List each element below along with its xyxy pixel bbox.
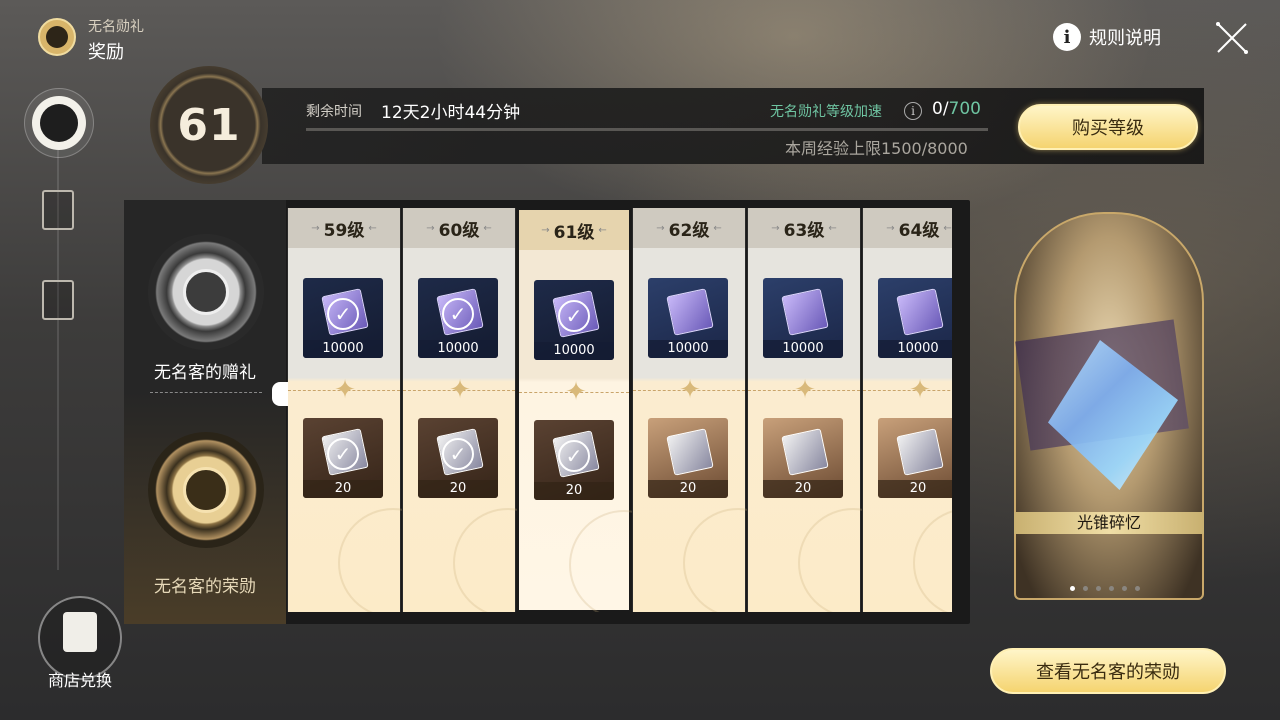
buy-level-button[interactable]: 购买等级 xyxy=(1018,104,1198,150)
material-book-icon xyxy=(666,428,714,476)
sparkle-icon: ✦ xyxy=(679,375,701,405)
reward-quantity: 10000 xyxy=(763,340,843,358)
free-reward-item[interactable]: 10000 xyxy=(648,278,728,358)
time-remaining-value: 12天2小时44分钟 xyxy=(381,103,521,123)
paid-reward-item[interactable]: ✓ 20 xyxy=(303,418,383,498)
view-honor-button[interactable]: 查看无名客的荣勋 xyxy=(990,648,1226,694)
reward-quantity: 10000 xyxy=(418,340,498,358)
page-dot[interactable] xyxy=(1122,586,1127,591)
page-dot[interactable] xyxy=(1083,586,1088,591)
level-header: → 59级 ← xyxy=(288,208,400,248)
level-column: → 61级 ← ✦ ✓ 10000 ✓ 20 xyxy=(517,208,679,612)
paid-track-label: 无名客的荣勋 xyxy=(154,577,256,597)
level-column: → 62级 ← ✦ 10000 20 xyxy=(632,208,793,612)
claimed-check-icon: ✓ xyxy=(558,440,590,472)
page-dot[interactable] xyxy=(1070,586,1075,591)
track-divider xyxy=(150,392,262,393)
reward-quantity: 10000 xyxy=(878,340,952,358)
free-reward-item[interactable]: ✓ 10000 xyxy=(534,280,614,360)
free-reward-item[interactable]: ✓ 10000 xyxy=(303,278,383,358)
paid-track-badge-icon xyxy=(148,432,264,548)
weekly-exp-cap: 本周经验上限1500/8000 xyxy=(785,139,968,158)
reward-quantity: 10000 xyxy=(303,340,383,358)
accel-label: 无名勋礼等级加速 xyxy=(770,104,882,120)
level-column: → 64级 ← ✦ 10000 20 xyxy=(862,208,952,612)
header-subtitle: 无名勋礼 xyxy=(88,19,144,35)
reward-quantity: 20 xyxy=(418,480,498,498)
level-reward-list[interactable]: → 59级 ← ✦ ✓ 10000 ✓ 20 → 60级 ← ✦ ✓ 10000 ✓ 20 → 61级 ← ✦ ✓ 100… xyxy=(287,208,952,612)
nav-rewards-tab[interactable] xyxy=(24,88,94,158)
level-header: → 63级 ← xyxy=(748,208,860,248)
level-column: → 59级 ← ✦ ✓ 10000 ✓ 20 xyxy=(287,208,448,612)
free-reward-item[interactable]: 10000 xyxy=(763,278,843,358)
page-dot[interactable] xyxy=(1109,586,1114,591)
claimed-check-icon: ✓ xyxy=(558,300,590,332)
claimed-check-icon: ✓ xyxy=(327,438,359,470)
free-reward-item[interactable]: ✓ 10000 xyxy=(418,278,498,358)
pass-badge-icon xyxy=(40,104,78,142)
credits-icon xyxy=(781,288,829,336)
paid-reward-item[interactable]: 20 xyxy=(763,418,843,498)
material-book-icon xyxy=(781,428,829,476)
paid-reward-item[interactable]: 20 xyxy=(878,418,952,498)
credits-icon xyxy=(666,288,714,336)
reward-quantity: 10000 xyxy=(648,340,728,358)
accel-value: 0/700 xyxy=(932,99,981,119)
rules-button[interactable]: i 规则说明 xyxy=(1053,23,1161,51)
clipboard-check-icon[interactable] xyxy=(42,190,74,230)
free-track-label: 无名客的赠礼 xyxy=(154,363,256,383)
sparkle-icon: ✦ xyxy=(334,375,356,405)
reward-quantity: 20 xyxy=(763,480,843,498)
exp-progress-bar xyxy=(306,128,988,131)
current-level: 61 xyxy=(177,99,241,151)
free-track-badge-icon xyxy=(148,234,264,350)
reward-quantity: 20 xyxy=(534,482,614,500)
sparkle-icon: ✦ xyxy=(794,375,816,405)
claimed-check-icon: ✓ xyxy=(442,298,474,330)
shop-exchange-label: 商店兑换 xyxy=(47,671,112,690)
rules-label: 规则说明 xyxy=(1089,28,1161,49)
level-header: → 60级 ← xyxy=(403,208,515,248)
paid-reward-item[interactable]: 20 xyxy=(648,418,728,498)
info-icon[interactable]: i xyxy=(904,102,922,120)
reward-quantity: 10000 xyxy=(534,342,614,360)
paid-reward-item[interactable]: ✓ 20 xyxy=(418,418,498,498)
reward-quantity: 20 xyxy=(303,480,383,498)
time-remaining-label: 剩余时间 xyxy=(306,104,362,120)
showcase-name: 光锥碎忆 xyxy=(1076,513,1141,532)
reward-quantity: 20 xyxy=(878,480,952,498)
close-icon[interactable] xyxy=(1212,18,1252,58)
pass-emblem-icon xyxy=(38,18,76,56)
paid-reward-item[interactable]: ✓ 20 xyxy=(534,420,614,500)
level-header: → 62级 ← xyxy=(633,208,745,248)
reward-quantity: 20 xyxy=(648,480,728,498)
shopping-bag-icon xyxy=(63,612,97,652)
material-book-icon xyxy=(896,428,944,476)
claimed-check-icon: ✓ xyxy=(442,438,474,470)
free-reward-item[interactable]: 10000 xyxy=(878,278,952,358)
level-header: → 64级 ← xyxy=(863,208,952,248)
page-title: 奖励 xyxy=(88,42,124,63)
page-dot[interactable] xyxy=(1135,586,1140,591)
sparkle-icon: ✦ xyxy=(449,375,471,405)
credits-icon xyxy=(896,288,944,336)
claimed-check-icon: ✓ xyxy=(327,298,359,330)
level-column: → 60级 ← ✦ ✓ 10000 ✓ 20 xyxy=(402,208,563,612)
watermark-emblem xyxy=(913,508,952,612)
level-header: → 61级 ← xyxy=(519,210,629,250)
page-indicator xyxy=(1070,586,1140,591)
sparkle-icon: ✦ xyxy=(909,375,931,405)
level-badge: 61 xyxy=(150,66,268,184)
scroll-handle[interactable] xyxy=(272,382,288,406)
sparkle-icon: ✦ xyxy=(565,377,587,407)
level-column: → 63级 ← ✦ 10000 20 xyxy=(747,208,908,612)
mission-search-icon[interactable] xyxy=(42,280,74,320)
info-icon: i xyxy=(1053,23,1081,51)
page-dot[interactable] xyxy=(1096,586,1101,591)
